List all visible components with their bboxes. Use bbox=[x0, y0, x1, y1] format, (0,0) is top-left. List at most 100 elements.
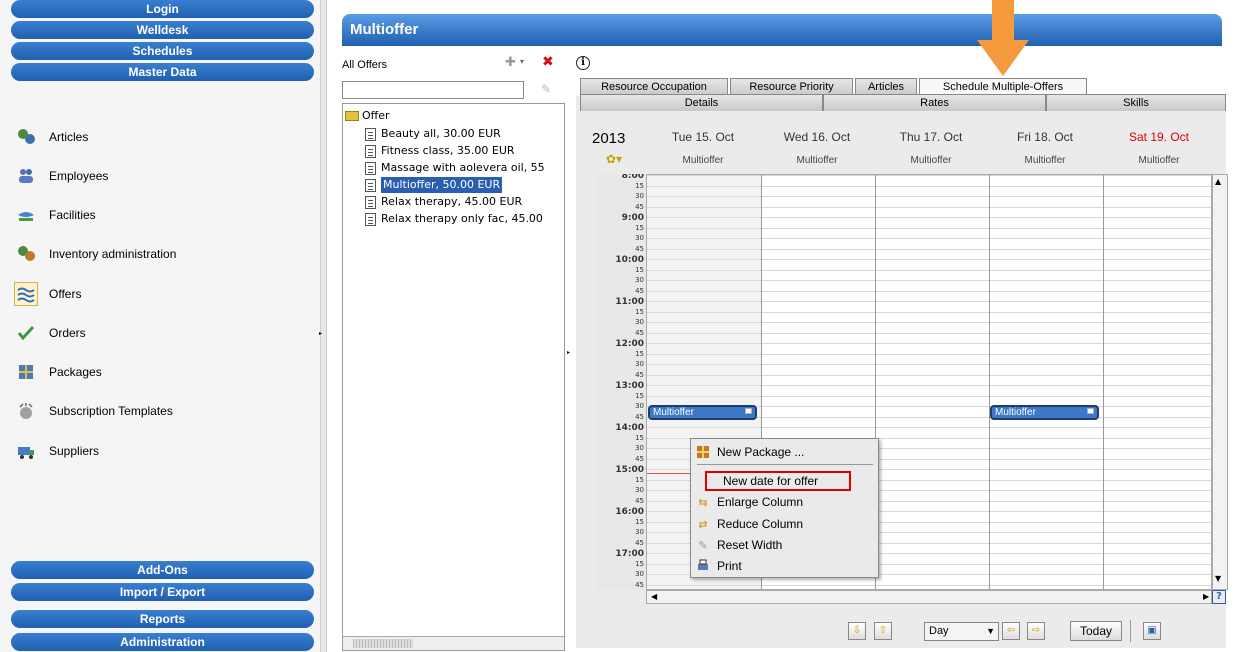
move-down-icon[interactable]: ⇩ bbox=[848, 622, 866, 640]
tree-item-label: Relax therapy only fac, 45.00 bbox=[381, 212, 543, 225]
event-block[interactable]: Multioffer bbox=[990, 405, 1099, 420]
sidebar-item-subscription-templates[interactable]: Subscription Templates bbox=[14, 396, 173, 426]
calendar-view-icon[interactable]: ▣ bbox=[1143, 622, 1161, 640]
event-block[interactable]: Multioffer bbox=[648, 405, 757, 420]
sidebar-item-suppliers[interactable]: Suppliers bbox=[14, 436, 99, 466]
menu-item-print[interactable]: Print bbox=[695, 556, 742, 576]
grid-vertical-scrollbar[interactable]: ▲ ▼ bbox=[1212, 174, 1228, 590]
today-button[interactable]: Today bbox=[1070, 621, 1122, 641]
hour-label: 12:00 bbox=[615, 339, 644, 349]
callout-arrow-icon bbox=[977, 0, 1029, 76]
scrollbar-thumb[interactable] bbox=[353, 639, 413, 648]
sidebar-item-facilities[interactable]: Facilities bbox=[14, 200, 96, 230]
scroll-down-icon[interactable]: ▼ bbox=[1215, 574, 1221, 583]
offer-search-input[interactable] bbox=[342, 81, 524, 99]
day-header-resource: Multioffer bbox=[682, 155, 724, 166]
nav-login-button[interactable]: Login bbox=[11, 0, 314, 18]
tree-item-label: Multioffer, 50.00 EUR bbox=[381, 177, 503, 193]
nav-welldesk-button[interactable]: Welldesk bbox=[11, 21, 314, 39]
tree-horizontal-scrollbar[interactable] bbox=[343, 636, 564, 650]
tree-item-selected[interactable]: Multioffer, 50.00 EUR bbox=[365, 177, 503, 193]
nav-import-export-button[interactable]: Import / Export bbox=[11, 583, 314, 601]
quarter-label: 45 bbox=[635, 454, 644, 463]
toolbar-divider bbox=[1130, 620, 1131, 642]
tree-item[interactable]: Massage with aolevera oil, 55 bbox=[365, 160, 545, 176]
hour-label: 10:00 bbox=[615, 255, 644, 265]
menu-item-reduce-column[interactable]: ⇄ Reduce Column bbox=[695, 514, 803, 534]
sidebar-item-label: Suppliers bbox=[49, 444, 100, 458]
tree-item-label: Massage with aolevera oil, 55 bbox=[381, 161, 545, 174]
nav-reports-button[interactable]: Reports bbox=[11, 610, 314, 628]
quarter-label: 45 bbox=[635, 202, 644, 211]
sidebar-item-employees[interactable]: Employees bbox=[14, 161, 108, 191]
quarter-label: 30 bbox=[635, 360, 644, 368]
tree-root[interactable]: Offer bbox=[345, 108, 390, 124]
sidebar-item-articles[interactable]: Articles bbox=[14, 122, 88, 152]
quarter-label: 45 bbox=[635, 580, 644, 589]
tab-rates[interactable]: Rates bbox=[823, 94, 1046, 111]
calendar-options-icon[interactable]: ✿▾ bbox=[606, 152, 622, 166]
document-clock-icon bbox=[365, 178, 376, 192]
event-resize-icon[interactable] bbox=[1087, 408, 1094, 414]
tree-item[interactable]: Beauty all, 30.00 EUR bbox=[365, 126, 501, 142]
hour-label: 8:00 bbox=[621, 174, 644, 181]
scroll-up-icon[interactable]: ▲ bbox=[1215, 177, 1221, 186]
sidebar: Login Welldesk Schedules Master Data Art… bbox=[0, 0, 320, 652]
grid-horizontal-scrollbar[interactable]: ◀ ▶ bbox=[646, 590, 1212, 604]
sidebar-item-label: Employees bbox=[49, 169, 109, 183]
scroll-right-icon[interactable]: ▶ bbox=[1203, 592, 1209, 601]
quarter-label: 15 bbox=[635, 433, 644, 442]
sidebar-item-packages[interactable]: Packages bbox=[14, 357, 102, 387]
edit-icon[interactable]: ✎ bbox=[541, 82, 551, 96]
print-icon bbox=[695, 558, 711, 574]
nav-add-ons-button[interactable]: Add-Ons bbox=[11, 561, 314, 579]
collapse-sidebar-handle[interactable]: ▸ bbox=[319, 330, 322, 337]
quarter-label: 45 bbox=[635, 370, 644, 379]
sidebar-item-label: Facilities bbox=[49, 208, 96, 222]
nav-administration-button[interactable]: Administration bbox=[11, 633, 314, 651]
quarter-label: 15 bbox=[635, 349, 644, 358]
info-icon[interactable]: i bbox=[576, 56, 590, 70]
chevron-down-icon[interactable]: ▾ bbox=[520, 57, 524, 66]
menu-item-reset-width[interactable]: ✎ Reset Width bbox=[695, 535, 782, 555]
tree-root-label: Offer bbox=[362, 109, 390, 122]
add-offer-icon[interactable]: ✚ bbox=[505, 55, 521, 70]
day-header-label: Sat 19. Oct bbox=[1128, 130, 1190, 144]
calendar-year: 2013 bbox=[592, 130, 626, 147]
tree-item-label: Fitness class, 35.00 EUR bbox=[381, 144, 515, 157]
help-icon[interactable]: ? bbox=[1212, 590, 1226, 604]
nav-master-data-button[interactable]: Master Data bbox=[11, 63, 314, 81]
tree-item[interactable]: Relax therapy, 45.00 EUR bbox=[365, 194, 522, 210]
menu-item-enlarge-column[interactable]: ⇆ Enlarge Column bbox=[695, 492, 803, 512]
quarter-label: 15 bbox=[635, 475, 644, 484]
quarter-label: 30 bbox=[635, 570, 644, 578]
sidebar-item-orders[interactable]: Orders bbox=[14, 318, 86, 348]
tree-item[interactable]: Relax therapy only fac, 45.00 bbox=[365, 211, 543, 227]
previous-arrow-icon[interactable]: ⇦ bbox=[1002, 622, 1020, 640]
collapse-panel-handle[interactable]: ▸ bbox=[567, 349, 570, 356]
sidebar-item-inventory[interactable]: Inventory administration bbox=[14, 239, 176, 269]
sidebar-item-label: Orders bbox=[49, 326, 86, 340]
menu-item-label: New Package ... bbox=[717, 445, 805, 459]
menu-item-new-package[interactable]: New Package ... bbox=[695, 442, 804, 462]
view-select[interactable]: Day ▼ bbox=[924, 622, 999, 641]
day-header-resource: Multioffer bbox=[1138, 155, 1180, 166]
tab-skills[interactable]: Skills bbox=[1046, 94, 1226, 111]
sidebar-splitter[interactable] bbox=[320, 0, 327, 652]
menu-item-new-date-for-offer[interactable]: New date for offer bbox=[705, 471, 851, 491]
scroll-left-icon[interactable]: ◀ bbox=[651, 592, 657, 601]
day-header-label: Tue 15. Oct bbox=[671, 130, 735, 144]
tab-details[interactable]: Details bbox=[580, 94, 823, 111]
quarter-label: 15 bbox=[635, 391, 644, 400]
nav-schedules-button[interactable]: Schedules bbox=[11, 42, 314, 60]
tree-item[interactable]: Fitness class, 35.00 EUR bbox=[365, 143, 515, 159]
sidebar-item-offers[interactable]: Offers bbox=[14, 279, 81, 309]
move-up-icon[interactable]: ⇧ bbox=[874, 622, 892, 640]
delete-offer-icon[interactable]: ✖ bbox=[542, 54, 554, 70]
hour-label: 17:00 bbox=[615, 549, 644, 559]
next-arrow-icon[interactable]: ⇨ bbox=[1027, 622, 1045, 640]
event-resize-icon[interactable] bbox=[745, 408, 752, 414]
day-header-resource: Multioffer bbox=[796, 155, 838, 166]
orders-icon bbox=[14, 321, 38, 345]
quarter-label: 15 bbox=[635, 265, 644, 274]
